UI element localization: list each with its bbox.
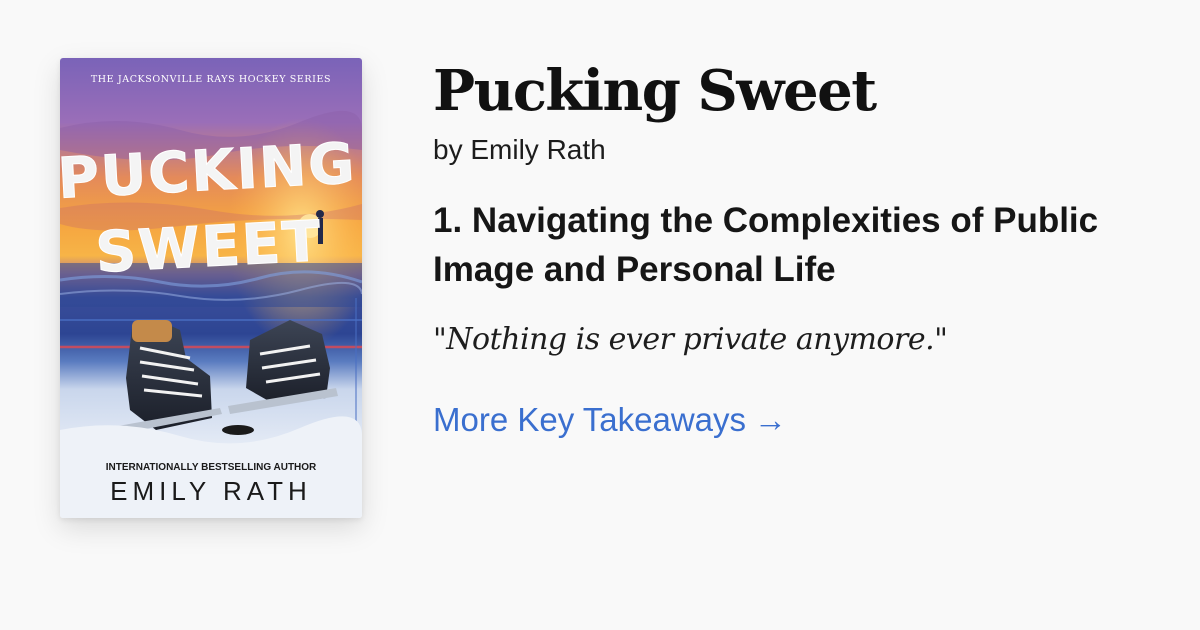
more-key-takeaways-link[interactable]: More Key Takeaways → <box>433 400 787 440</box>
cover-author: EMILY RATH <box>110 476 312 506</box>
book-card: THE JACKSONVILLE RAYS HOCKEY SERIES PUCK… <box>0 0 1200 630</box>
cover-title-line-2: SWEET <box>94 209 324 286</box>
takeaway-heading: 1. Navigating the Complexities of Public… <box>433 201 1099 289</box>
more-link-label: More Key Takeaways <box>433 401 747 438</box>
book-cover-art: THE JACKSONVILLE RAYS HOCKEY SERIES PUCK… <box>60 58 362 518</box>
book-author: by Emily Rath <box>433 134 606 165</box>
book-info-panel: Pucking Sweet by Emily Rath 1. Navigatin… <box>433 58 1173 440</box>
arrow-right-icon: → <box>754 401 788 438</box>
book-cover-image[interactable]: THE JACKSONVILLE RAYS HOCKEY SERIES PUCK… <box>60 58 362 518</box>
book-title: Pucking Sweet <box>433 58 877 124</box>
cover-series-line: THE JACKSONVILLE RAYS HOCKEY SERIES <box>91 74 331 85</box>
cover-tagline: INTERNATIONALLY BESTSELLING AUTHOR <box>106 462 317 473</box>
takeaway-quote: "Nothing is ever private anymore." <box>433 322 948 357</box>
